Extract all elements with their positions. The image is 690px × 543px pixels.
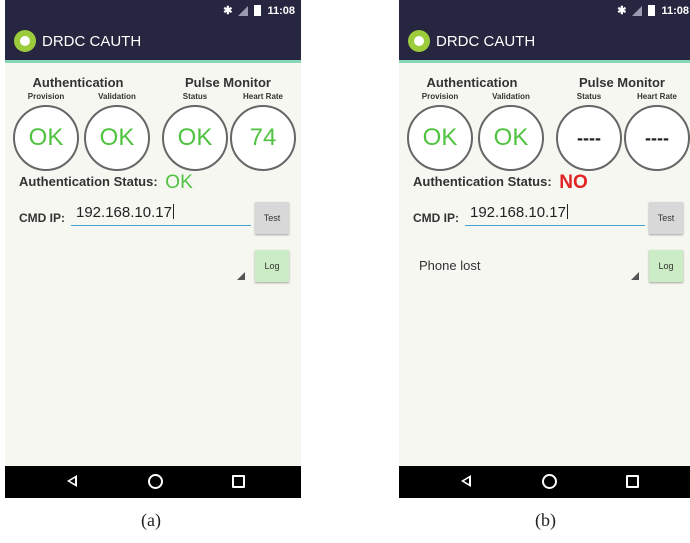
authentication-heading: Authentication <box>32 75 124 90</box>
app-bar-divider <box>399 60 690 63</box>
cmd-ip-label: CMD IP: <box>413 211 459 225</box>
bluetooth-icon: ✱ <box>617 5 627 17</box>
home-icon[interactable] <box>542 474 557 489</box>
status-bar: ✱ 11:08 <box>399 0 690 22</box>
log-dropdown-arrow-icon[interactable] <box>631 272 639 280</box>
log-button[interactable]: Log <box>649 250 683 282</box>
status-time: 11:08 <box>267 4 295 17</box>
heart-rate-indicator: ---- <box>624 105 690 171</box>
battery-icon <box>648 5 656 16</box>
log-dropdown-arrow-icon[interactable] <box>237 272 245 280</box>
signal-icon <box>632 5 643 16</box>
back-icon[interactable] <box>461 475 471 487</box>
recents-icon[interactable] <box>232 475 245 488</box>
test-button[interactable]: Test <box>255 202 289 234</box>
cmd-ip-value: 192.168.10.17 <box>470 204 566 221</box>
android-app-icon <box>14 30 36 52</box>
cmd-ip-label: CMD IP: <box>19 211 65 225</box>
pulse-monitor-heading: Pulse Monitor <box>185 75 271 90</box>
text-cursor <box>566 204 568 219</box>
provision-indicator: OK <box>407 105 473 171</box>
pulse-status-label: Status <box>182 92 208 101</box>
android-app-icon <box>408 30 430 52</box>
phone-screen-a: ✱ 11:08 DRDC CAUTH Authentication Pulse … <box>5 0 301 498</box>
provision-label: Provision <box>421 92 459 101</box>
authentication-status: Authentication Status: NO <box>413 172 588 194</box>
cmd-ip-value: 192.168.10.17 <box>76 204 172 221</box>
caption-b: (b) <box>535 510 556 530</box>
phone-screen-b: ✱ 11:08 DRDC CAUTH Authentication Pulse … <box>399 0 690 498</box>
heart-rate-label: Heart Rate <box>242 92 283 101</box>
authentication-status-value: OK <box>165 172 193 193</box>
app-bar: DRDC CAUTH <box>399 22 690 60</box>
test-button[interactable]: Test <box>649 202 683 234</box>
provision-label: Provision <box>27 92 65 101</box>
validation-indicator: OK <box>84 105 150 171</box>
validation-label: Validation <box>98 92 136 101</box>
pulse-monitor-heading: Pulse Monitor <box>579 75 665 90</box>
status-bar: ✱ 11:08 <box>5 0 301 22</box>
caption-a: (a) <box>141 510 161 530</box>
provision-indicator: OK <box>13 105 79 171</box>
status-time: 11:08 <box>661 4 689 17</box>
cmd-ip-input[interactable]: 192.168.10.17 <box>71 204 251 226</box>
battery-icon <box>254 5 262 16</box>
navigation-bar <box>5 466 301 498</box>
bluetooth-icon: ✱ <box>223 5 233 17</box>
cmd-ip-input[interactable]: 192.168.10.17 <box>465 204 645 226</box>
recents-icon[interactable] <box>626 475 639 488</box>
pulse-status-label: Status <box>576 92 602 101</box>
app-title: DRDC CAUTH <box>436 33 536 50</box>
authentication-status: Authentication Status: OK <box>19 172 193 194</box>
navigation-bar <box>399 466 690 498</box>
app-title: DRDC CAUTH <box>42 33 142 50</box>
authentication-heading: Authentication <box>426 75 518 90</box>
text-cursor <box>172 204 174 219</box>
authentication-status-value: NO <box>559 172 588 193</box>
authentication-status-label: Authentication Status: <box>19 174 158 189</box>
pulse-status-indicator: ---- <box>556 105 622 171</box>
validation-label: Validation <box>492 92 530 101</box>
log-text: Phone lost <box>419 258 481 273</box>
app-bar: DRDC CAUTH <box>5 22 301 60</box>
signal-icon <box>238 5 249 16</box>
authentication-status-label: Authentication Status: <box>413 174 552 189</box>
pulse-status-indicator: OK <box>162 105 228 171</box>
heart-rate-label: Heart Rate <box>636 92 677 101</box>
validation-indicator: OK <box>478 105 544 171</box>
back-icon[interactable] <box>67 475 77 487</box>
home-icon[interactable] <box>148 474 163 489</box>
log-button[interactable]: Log <box>255 250 289 282</box>
heart-rate-indicator: 74 <box>230 105 296 171</box>
app-bar-divider <box>5 60 301 63</box>
